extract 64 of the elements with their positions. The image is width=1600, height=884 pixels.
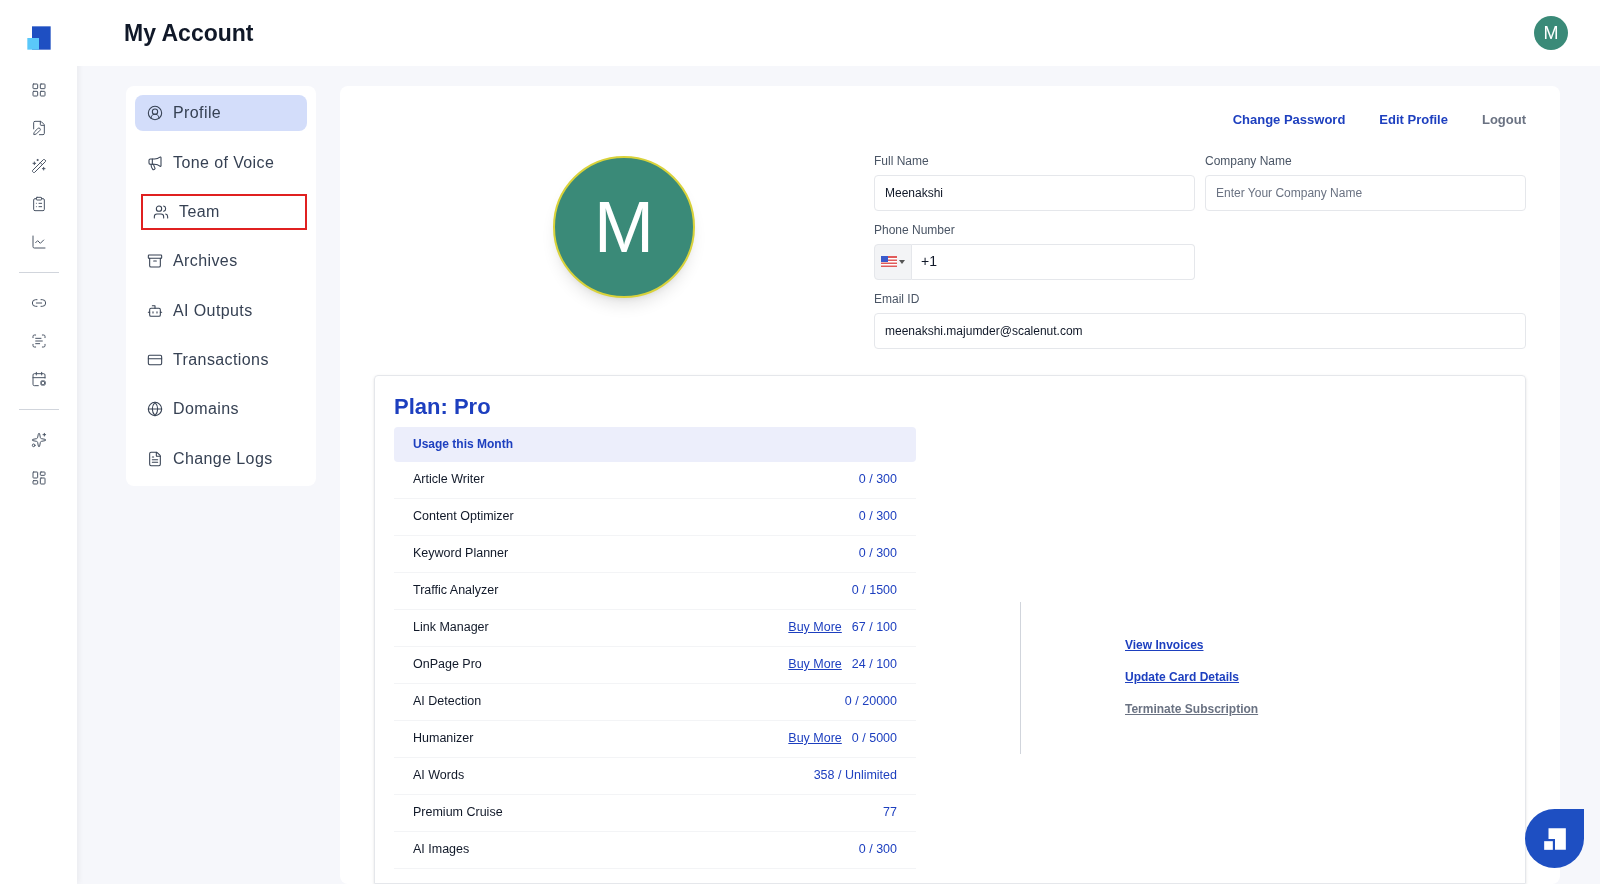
- profile-action-link[interactable]: Change Password: [1232, 110, 1346, 130]
- field-label: Email ID: [874, 290, 921, 308]
- usage-value: 358 / Unlimited: [813, 767, 897, 785]
- field-label: Full Name: [874, 152, 930, 170]
- plan-title: Plan: Pro: [394, 392, 492, 421]
- buy-more-link[interactable]: Buy More: [788, 618, 842, 637]
- usage-name: Keyword Planner: [413, 545, 509, 563]
- buy-more-link[interactable]: Buy More: [788, 655, 842, 674]
- input-field[interactable]: Meenakshi: [874, 174, 1195, 211]
- billing-link[interactable]: View Invoices: [1125, 635, 1259, 654]
- robot-icon: [147, 302, 163, 319]
- document-icon: [147, 450, 163, 467]
- input-field[interactable]: meenakshi.majumder@scalenut.com: [874, 312, 1526, 349]
- country-selector[interactable]: [874, 243, 912, 280]
- logo-icon: [24, 24, 53, 52]
- menu-item[interactable]: Change Logs: [135, 440, 307, 477]
- profile-avatar: M: [553, 156, 695, 298]
- page-title: My Account: [124, 18, 254, 48]
- usage-header: Usage this Month: [394, 426, 916, 462]
- usage-name: Link Manager: [413, 619, 489, 637]
- usage-value: 67 / 100: [851, 619, 897, 637]
- menu-item[interactable]: Domains: [135, 391, 307, 428]
- caret-icon: [899, 259, 905, 264]
- usage-value: 0 / 5000: [851, 730, 897, 748]
- usage-name: Traffic Analyzer: [413, 582, 499, 600]
- menu-item[interactable]: Archives: [135, 243, 307, 280]
- phone-input[interactable]: +1: [912, 243, 1195, 280]
- field-label: Company Name: [1205, 152, 1293, 170]
- profile-action-link[interactable]: Edit Profile: [1379, 110, 1448, 130]
- usage-value: 0 / 300: [858, 471, 897, 489]
- menu-item[interactable]: Tone of Voice: [135, 144, 307, 181]
- usage-value: 77: [883, 804, 897, 822]
- megaphone-icon: [147, 154, 163, 171]
- menu-item[interactable]: Team: [141, 193, 307, 231]
- usage-name: Humanizer: [413, 730, 474, 748]
- usage-value: 0 / 20000: [844, 693, 897, 711]
- archive-icon: [147, 253, 163, 270]
- users-icon: [153, 203, 169, 220]
- usage-value: 0 / 300: [858, 508, 897, 526]
- billing-link[interactable]: Terminate Subscription: [1125, 699, 1259, 718]
- menu-item[interactable]: AI Outputs: [135, 292, 307, 329]
- usage-name: Content Optimizer: [413, 508, 514, 526]
- input-field[interactable]: Enter Your Company Name: [1205, 174, 1526, 211]
- profile-action-link[interactable]: Logout: [1481, 110, 1526, 130]
- menu-item[interactable]: Profile: [135, 95, 307, 132]
- billing-link[interactable]: Update Card Details: [1125, 667, 1259, 686]
- globe-icon: [147, 401, 163, 418]
- usage-value: 0 / 1500: [851, 582, 897, 600]
- usage-name: OnPage Pro: [413, 656, 482, 674]
- menu-item[interactable]: Transactions: [135, 341, 307, 379]
- usage-name: AI Words: [413, 767, 465, 785]
- usage-name: AI Detection: [413, 693, 482, 711]
- usage-name: Premium Cruise: [413, 804, 503, 822]
- logo-icon: [1541, 825, 1568, 852]
- buy-more-link[interactable]: Buy More: [788, 729, 842, 748]
- usage-value: 24 / 100: [851, 656, 897, 674]
- usage-value: 0 / 300: [858, 545, 897, 563]
- flag-icon: [881, 256, 897, 267]
- field-label: Phone Number: [874, 221, 956, 239]
- usage-name: Article Writer: [413, 471, 485, 489]
- usage-name: AI Images: [413, 841, 470, 859]
- usage-value: 0 / 300: [858, 841, 897, 859]
- user-circle-icon: [147, 105, 163, 122]
- user-avatar[interactable]: M: [1534, 16, 1568, 50]
